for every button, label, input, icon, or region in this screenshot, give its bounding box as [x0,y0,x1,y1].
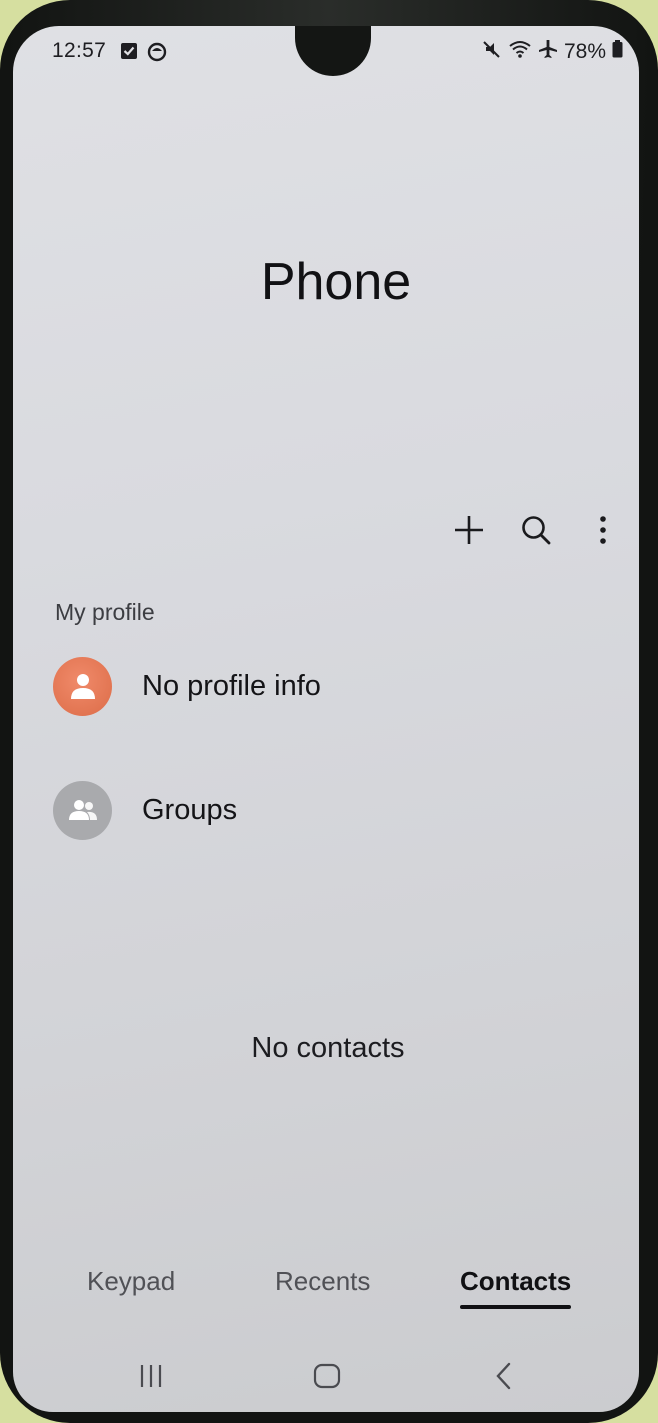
more-options-icon [600,516,606,544]
phone-device: 12:57 78% Phone My profile No profile in… [0,0,658,1423]
tab-keypad[interactable]: Keypad [87,1266,175,1297]
add-contact-button[interactable] [447,508,491,552]
recent-apps-button[interactable] [127,1356,175,1396]
profile-avatar [53,656,112,716]
battery-percent: 78% [563,40,606,63]
tab-contacts[interactable]: Contacts [460,1266,572,1309]
profile-row[interactable]: No profile info [53,655,613,717]
page-title: Phone [260,253,412,311]
home-icon [313,1363,341,1389]
back-icon [496,1362,511,1390]
airplane-mode-icon [538,39,558,65]
search-button[interactable] [514,508,558,552]
groups-avatar [53,780,112,840]
plus-icon [455,516,483,544]
mute-icon [482,39,502,65]
tab-contacts-label: Contacts [460,1266,572,1296]
no-contacts-message: No contacts [251,1032,405,1064]
recent-apps-icon [140,1365,162,1387]
active-tab-indicator [460,1305,572,1309]
groups-row-label: Groups [142,793,238,826]
back-button[interactable] [480,1356,528,1396]
home-button[interactable] [303,1356,351,1396]
wifi-icon [508,39,532,65]
tab-recents[interactable]: Recents [275,1266,370,1297]
app-notification-icon [147,42,167,67]
search-icon [522,516,551,545]
status-time: 12:57 [52,39,107,62]
bottom-tab-bar: Keypad Recents Contacts [13,1266,639,1316]
contacts-toolbar [447,508,639,552]
phone-screen: 12:57 78% Phone My profile No profile in… [13,26,639,1412]
status-right-group: 78% [482,39,623,65]
profile-row-label: No profile info [142,669,321,702]
my-profile-label: My profile [55,599,155,625]
groups-icon [68,800,97,820]
battery-icon [612,40,623,64]
person-icon [70,674,95,699]
status-bar: 12:57 78% [13,26,639,84]
system-nav-bar [13,1346,639,1402]
more-options-button[interactable] [581,508,625,552]
groups-row[interactable]: Groups [53,779,613,841]
checkbox-notification-icon [120,42,138,65]
